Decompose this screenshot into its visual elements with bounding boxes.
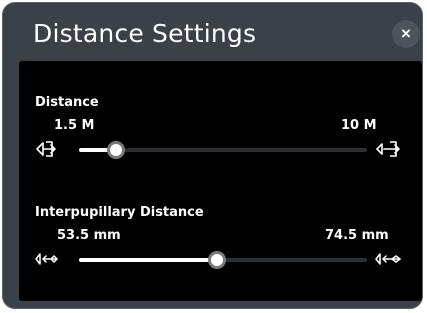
settings-panel: Distance 1.5 M 10 M Interpupillary Dista… xyxy=(19,61,422,301)
ipd-slider-fill xyxy=(79,258,218,262)
eyes-narrow-icon xyxy=(35,253,59,265)
ipd-slider[interactable] xyxy=(79,251,367,269)
distance-label: Distance xyxy=(35,95,99,110)
dialog-title: Distance Settings xyxy=(33,19,257,48)
view-far-icon xyxy=(376,141,400,157)
ipd-label: Interpupillary Distance xyxy=(35,205,204,220)
ipd-min-label: 53.5 mm xyxy=(57,228,121,243)
distance-max-label: 10 M xyxy=(341,118,377,133)
distance-settings-dialog: Distance Settings × Distance 1.5 M 10 M … xyxy=(2,2,423,309)
eyes-wide-icon xyxy=(375,253,402,265)
distance-min-label: 1.5 M xyxy=(54,118,95,133)
ipd-max-label: 74.5 mm xyxy=(325,228,389,243)
view-near-icon xyxy=(36,141,56,157)
distance-slider-thumb[interactable] xyxy=(107,141,126,159)
distance-slider[interactable] xyxy=(79,141,367,159)
ipd-slider-thumb[interactable] xyxy=(208,251,227,269)
close-button[interactable]: × xyxy=(392,20,420,48)
